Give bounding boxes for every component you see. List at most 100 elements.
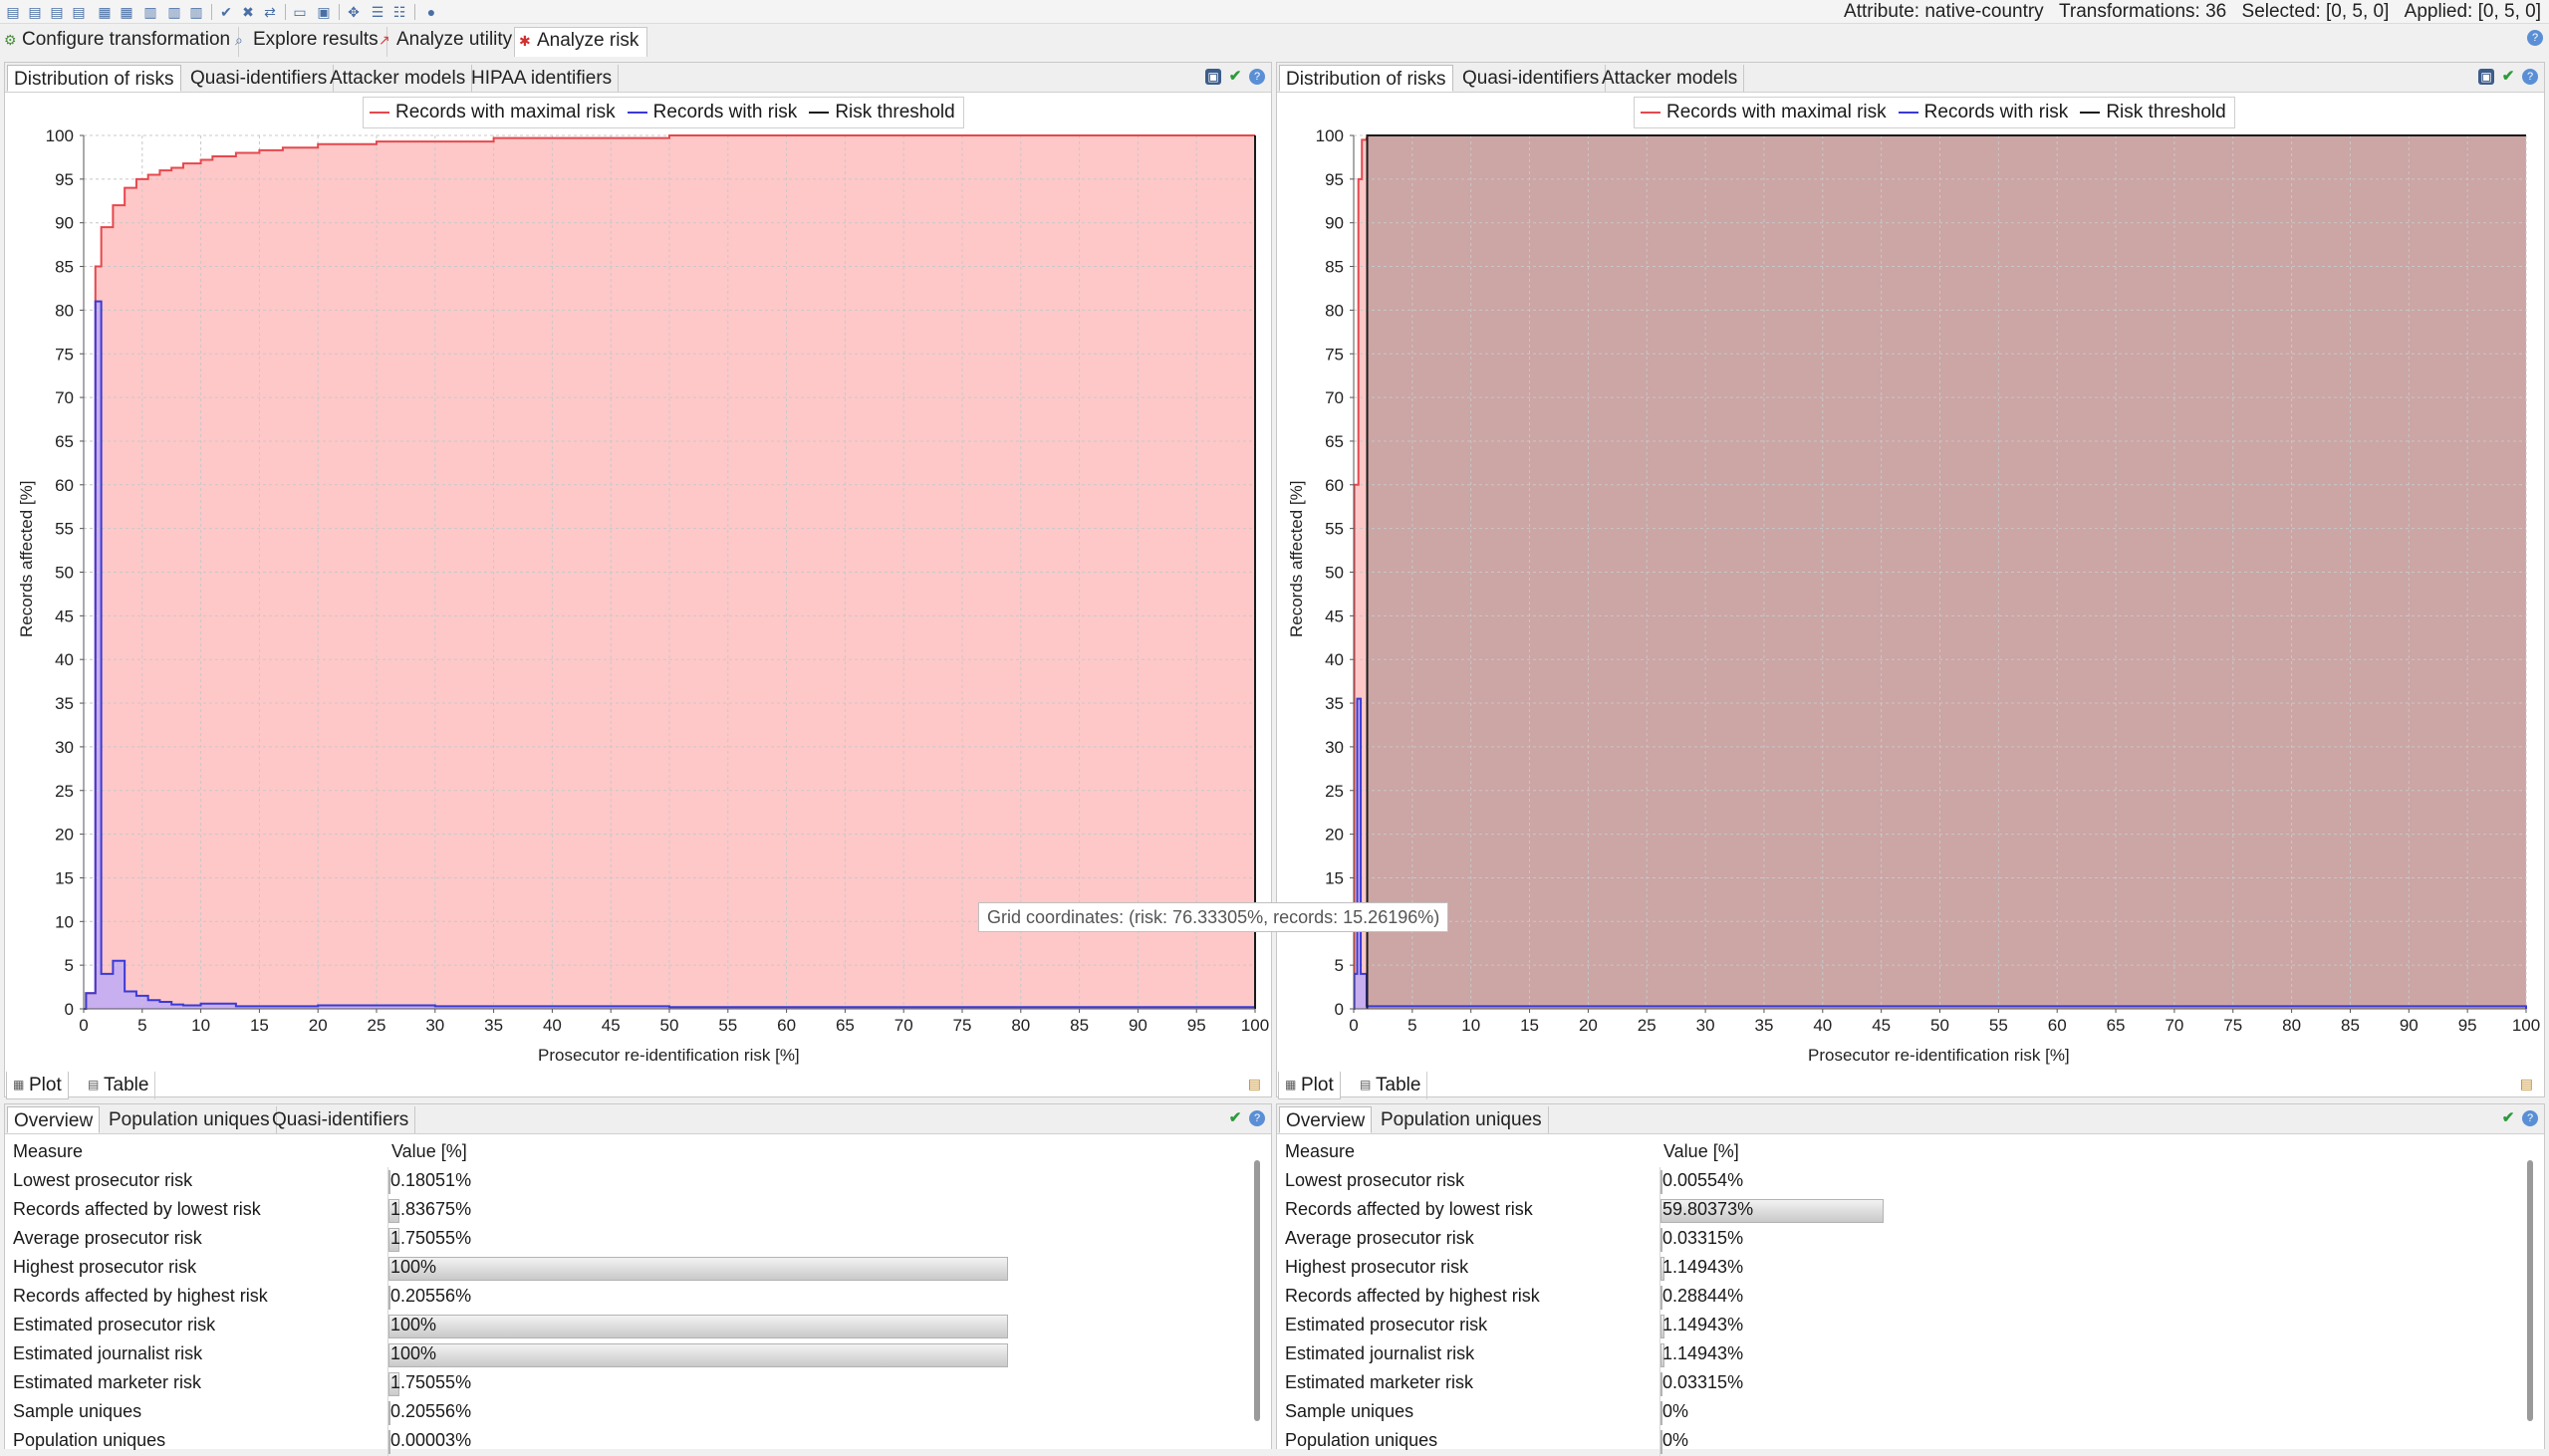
table-row[interactable]: Average prosecutor risk 0.03315%	[1281, 1225, 2520, 1254]
column-header-measure[interactable]: Measure	[1285, 1141, 1355, 1162]
x-tick-label: 75	[2223, 1016, 2242, 1035]
column-header-value[interactable]: Value [%]	[1663, 1141, 1739, 1162]
left-measure-panel: Overview Population uniques Quasi-identi…	[4, 1103, 1272, 1456]
value-text: 0%	[1662, 1430, 1689, 1450]
y-tick-label: 55	[1325, 520, 1344, 539]
y-tick-label: 60	[1325, 476, 1344, 495]
measure-cell: Records affected by highest risk	[1285, 1286, 1540, 1306]
table-row[interactable]: Lowest prosecutor risk 0.18051%	[9, 1167, 1248, 1196]
tab-overview[interactable]: Overview	[7, 1106, 101, 1133]
help-icon[interactable]: ?	[1249, 1110, 1265, 1126]
x-tick-label: 85	[2341, 1016, 2360, 1035]
y-tick-label: 15	[1325, 868, 1344, 887]
value-text: 0.00554%	[1662, 1170, 1744, 1190]
tab-plot[interactable]: ▦ Plot	[1278, 1072, 1341, 1099]
y-tick-label: 5	[1335, 956, 1344, 975]
y-tick-label: 25	[1325, 782, 1344, 801]
value-text: 1.14943%	[1662, 1343, 1744, 1363]
value-cell: 1.75055%	[387, 1369, 1007, 1398]
table-row[interactable]: Population uniques 0.00003%	[9, 1427, 1248, 1456]
value-cell: 1.75055%	[387, 1225, 1007, 1254]
x-tick-label: 10	[1461, 1016, 1480, 1035]
measure-cell: Sample uniques	[1285, 1401, 1414, 1421]
table-row[interactable]: Average prosecutor risk 1.75055%	[9, 1225, 1248, 1254]
table-row[interactable]: Estimated marketer risk 1.75055%	[9, 1369, 1248, 1398]
x-tick-label: 95	[2458, 1016, 2477, 1035]
measure-cell: Average prosecutor risk	[13, 1228, 202, 1248]
right-measure-panel: Overview Population uniques ✔ ? Measure V…	[1276, 1103, 2545, 1456]
export-icon[interactable]: ▤	[1248, 1076, 1261, 1092]
value-text: 0.20556%	[390, 1401, 472, 1421]
y-tick-label: 75	[1325, 345, 1344, 364]
tab-population-uniques[interactable]: Population uniques	[103, 1106, 277, 1133]
value-cell: 100%	[387, 1254, 1008, 1283]
table-row[interactable]: Estimated prosecutor risk 1.14943%	[1281, 1312, 2520, 1340]
table-row[interactable]: Records affected by highest risk 0.20556%	[9, 1283, 1248, 1312]
table-row[interactable]: Estimated marketer risk 0.03315%	[1281, 1369, 2520, 1398]
value-text: 100%	[390, 1315, 437, 1335]
value-bar	[388, 1343, 1008, 1367]
table-row[interactable]: Records affected by lowest risk 1.83675%	[9, 1196, 1248, 1225]
measure-cell: Estimated prosecutor risk	[1285, 1315, 1488, 1335]
grid-coordinates-tooltip: Grid coordinates: (risk: 76.33305%, reco…	[978, 902, 1449, 932]
table-header: Measure Value [%]	[9, 1138, 1248, 1167]
x-tick-label: 30	[1696, 1016, 1715, 1035]
help-icon[interactable]: ?	[2522, 1110, 2538, 1126]
tab-quasi-identifiers[interactable]: Quasi-identifiers	[266, 1106, 416, 1133]
scrollbar[interactable]	[1254, 1160, 1260, 1421]
x-tick-label: 40	[1813, 1016, 1832, 1035]
y-tick-label: 90	[1325, 214, 1344, 233]
table-row[interactable]: Estimated journalist risk 100%	[9, 1340, 1248, 1369]
value-bar	[388, 1315, 1008, 1338]
measure-cell: Average prosecutor risk	[1285, 1228, 1474, 1248]
table-row[interactable]: Sample uniques 0%	[1281, 1398, 2520, 1427]
y-tick-label: 45	[1325, 607, 1344, 625]
y-tick-label: 70	[1325, 388, 1344, 407]
measure-cell: Lowest prosecutor risk	[13, 1170, 193, 1190]
value-cell: 1.14943%	[1659, 1340, 2032, 1369]
x-tick-label: 65	[2107, 1016, 2126, 1035]
check-icon[interactable]: ✔	[1227, 1110, 1243, 1126]
column-header-measure[interactable]: Measure	[13, 1141, 83, 1162]
value-text: 0.20556%	[390, 1286, 472, 1306]
value-cell: 1.83675%	[387, 1196, 1007, 1225]
y-tick-label: 30	[1325, 738, 1344, 757]
table-row[interactable]: Estimated prosecutor risk 100%	[9, 1312, 1248, 1340]
x-tick-label: 15	[1520, 1016, 1539, 1035]
table-icon: ▤	[1360, 1078, 1372, 1092]
tab-plot[interactable]: ▦ Plot	[6, 1072, 69, 1099]
scrollbar[interactable]	[2527, 1160, 2533, 1421]
table-header: Measure Value [%]	[1281, 1138, 2520, 1167]
table-row[interactable]: Sample uniques 0.20556%	[9, 1398, 1248, 1427]
tab-table[interactable]: ▤ Table	[82, 1072, 156, 1099]
tab-overview[interactable]: Overview	[1279, 1106, 1373, 1133]
table-row[interactable]: Lowest prosecutor risk 0.00554%	[1281, 1167, 2520, 1196]
x-tick-label: 70	[2165, 1016, 2183, 1035]
value-text: 100%	[390, 1343, 437, 1363]
table-row[interactable]: Population uniques 0%	[1281, 1427, 2520, 1456]
right-table-tabbar: Overview Population uniques ✔ ?	[1277, 1104, 2544, 1134]
y-tick-label: 100	[1316, 126, 1344, 145]
value-text: 1.75055%	[390, 1372, 472, 1392]
table-row[interactable]: Highest prosecutor risk 100%	[9, 1254, 1248, 1283]
value-bar	[388, 1257, 1008, 1281]
value-cell: 0.03315%	[1659, 1369, 2032, 1398]
value-text: 1.14943%	[1662, 1315, 1744, 1335]
table-row[interactable]: Records affected by highest risk 0.28844%	[1281, 1283, 2520, 1312]
check-icon[interactable]: ✔	[2500, 1110, 2516, 1126]
value-text: 0.18051%	[390, 1170, 472, 1190]
table-row[interactable]: Highest prosecutor risk 1.14943%	[1281, 1254, 2520, 1283]
export-icon[interactable]: ▤	[2520, 1076, 2533, 1092]
y-tick-label: 95	[1325, 170, 1344, 189]
y-tick-label: 20	[1325, 826, 1344, 845]
tab-population-uniques[interactable]: Population uniques	[1375, 1106, 1549, 1133]
value-cell: 0.00554%	[1659, 1167, 2032, 1196]
measure-cell: Records affected by lowest risk	[1285, 1199, 1533, 1219]
plot-icon: ▦	[1285, 1078, 1297, 1092]
table-row[interactable]: Records affected by lowest risk 59.80373%	[1281, 1196, 2520, 1225]
tab-table[interactable]: ▤ Table	[1354, 1072, 1428, 1099]
measure-cell: Population uniques	[13, 1430, 166, 1450]
table-row[interactable]: Estimated journalist risk 1.14943%	[1281, 1340, 2520, 1369]
right-view-tabs: ▦ Plot ▤ Table ▤	[1278, 1072, 2541, 1099]
column-header-value[interactable]: Value [%]	[391, 1141, 467, 1162]
